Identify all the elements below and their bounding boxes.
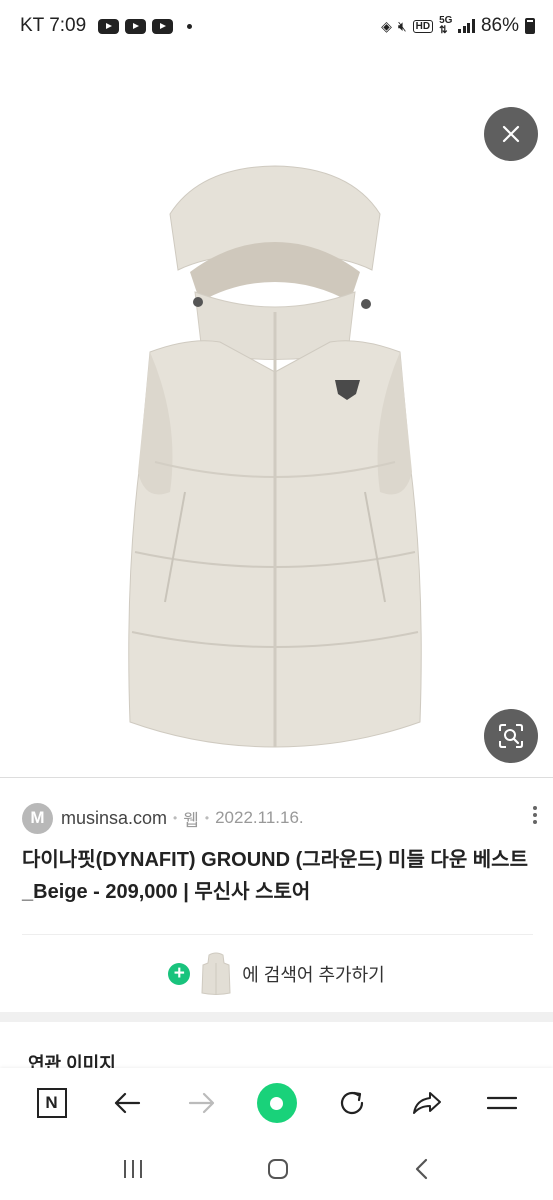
product-thumbnail [198, 951, 235, 997]
notification-dot-icon [187, 23, 193, 29]
source-type: 웹 [183, 810, 199, 830]
plus-icon: + [168, 963, 191, 985]
section-divider [0, 1012, 553, 1022]
close-button[interactable] [484, 107, 538, 161]
youtube-icon [152, 18, 174, 34]
system-nav-bar [0, 1138, 553, 1200]
related-images-section: 연관 이미지 [0, 1022, 553, 1068]
menu-button[interactable] [479, 1080, 525, 1126]
naver-home-button[interactable]: N [29, 1080, 75, 1126]
share-icon [412, 1092, 441, 1114]
source-date: 2022.11.16. [215, 808, 304, 827]
product-image[interactable] [110, 162, 440, 762]
back-button[interactable] [104, 1080, 150, 1126]
home-icon[interactable] [266, 1157, 290, 1181]
divider [22, 934, 533, 935]
status-bar: KT 7:09 ◈ 🔇︎ HD 5G ⇅ 86% [0, 0, 553, 52]
mute-icon: 🔇︎ [397, 17, 407, 34]
menu-icon [486, 1096, 517, 1110]
browser-toolbar: N [0, 1068, 553, 1138]
separator-dot: • [204, 811, 210, 825]
source-row[interactable]: M musinsa.com • 웹 • 2022.11.16. [22, 802, 537, 834]
recent-apps-icon[interactable] [121, 1158, 145, 1180]
green-dot-button[interactable] [254, 1080, 300, 1126]
site-logo: M [22, 802, 53, 834]
app-root: KT 7:09 ◈ 🔇︎ HD 5G ⇅ 86% M musinsa.com •… [0, 0, 553, 1200]
lens-search-icon [499, 724, 523, 748]
close-icon [502, 125, 520, 143]
source-site[interactable]: musinsa.com [61, 808, 167, 829]
status-time: KT 7:09 [20, 15, 87, 36]
lens-search-button[interactable] [484, 709, 538, 763]
data-saver-icon: ◈ [381, 17, 392, 34]
green-dot-icon [256, 1083, 297, 1123]
share-button[interactable] [404, 1080, 450, 1126]
related-images-title: 연관 이미지 [28, 1054, 116, 1068]
add-search-label: 에 검색어 추가하기 [242, 965, 385, 985]
battery-percent: 86% [480, 15, 519, 36]
image-viewer[interactable] [0, 52, 553, 778]
nav-back-icon[interactable] [412, 1157, 432, 1181]
forward-arrow-icon [188, 1092, 214, 1114]
add-search-term-button[interactable]: + 에 검색어 추가하기 [0, 950, 553, 998]
result-title[interactable]: 다이나핏(DYNAFIT) GROUND (그라운드) 미들 다운 베스트_Be… [22, 844, 532, 908]
hd-icon: HD [412, 19, 434, 33]
5g-icon: 5G ⇅ [439, 15, 453, 36]
refresh-button[interactable] [329, 1080, 375, 1126]
status-right: ◈ 🔇︎ HD 5G ⇅ 86% [381, 15, 535, 37]
battery-icon [525, 18, 535, 34]
youtube-icon [98, 18, 120, 34]
more-vert-icon[interactable] [533, 806, 537, 824]
back-arrow-icon [114, 1092, 140, 1114]
signal-icon [458, 19, 475, 33]
status-left: KT 7:09 [20, 15, 193, 37]
n-home-icon: N [36, 1088, 67, 1118]
forward-button[interactable] [179, 1080, 225, 1126]
youtube-icon [125, 18, 147, 34]
separator-dot: • [173, 811, 178, 825]
refresh-icon [340, 1091, 363, 1115]
